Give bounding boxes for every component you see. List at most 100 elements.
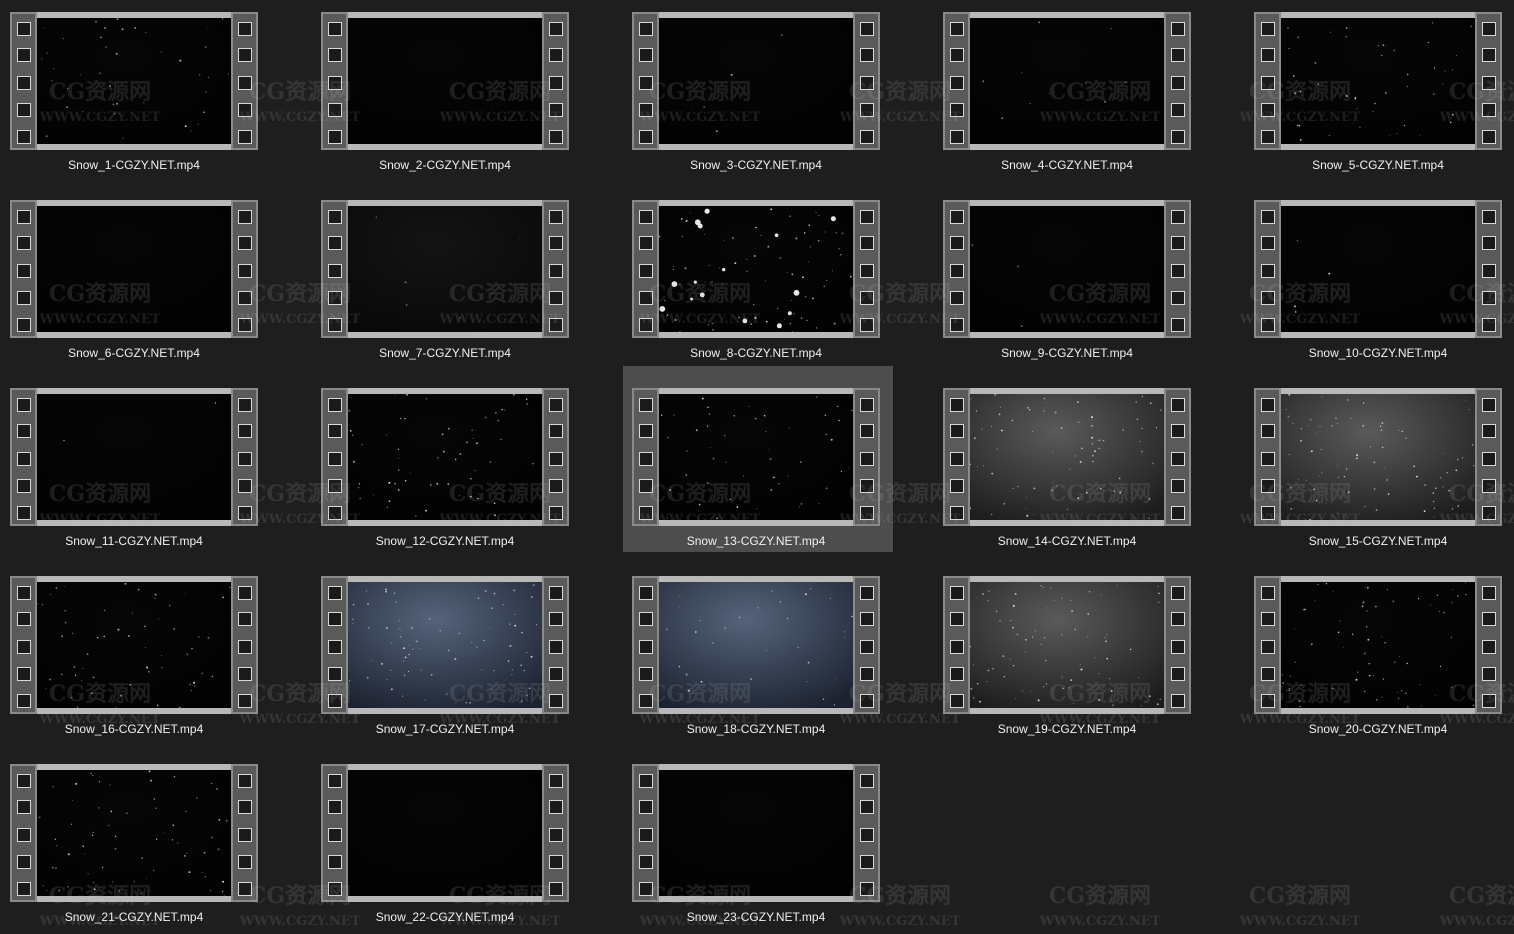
file-item[interactable]: Snow_21-CGZY.NET.mp4 bbox=[10, 754, 280, 934]
sprocket-hole bbox=[639, 506, 653, 520]
sprocket-hole bbox=[549, 479, 563, 493]
sprocket-hole bbox=[1171, 479, 1185, 493]
sprocket-hole bbox=[1171, 612, 1185, 626]
file-item[interactable]: Snow_8-CGZY.NET.mp4 bbox=[632, 190, 902, 372]
file-item[interactable]: Snow_13-CGZY.NET.mp4 bbox=[623, 366, 893, 552]
sprocket-hole bbox=[549, 828, 563, 842]
sprocket-hole bbox=[950, 48, 964, 62]
film-strip-right bbox=[1164, 12, 1191, 150]
sprocket-hole bbox=[639, 236, 653, 250]
sprocket-hole bbox=[328, 210, 342, 224]
file-item[interactable]: Snow_9-CGZY.NET.mp4 bbox=[943, 190, 1213, 372]
sprocket-hole bbox=[238, 22, 252, 36]
sprocket-hole bbox=[328, 694, 342, 708]
sprocket-hole bbox=[860, 612, 874, 626]
film-strip-right bbox=[1475, 12, 1502, 150]
video-file-icon bbox=[321, 764, 569, 902]
sprocket-hole bbox=[950, 22, 964, 36]
film-strip-right bbox=[1164, 200, 1191, 338]
sprocket-hole bbox=[950, 318, 964, 332]
file-item[interactable]: Snow_2-CGZY.NET.mp4 bbox=[321, 2, 591, 184]
video-file-icon bbox=[321, 200, 569, 338]
film-strip-left bbox=[943, 576, 970, 714]
file-item[interactable]: Snow_22-CGZY.NET.mp4 bbox=[321, 754, 591, 934]
film-strip-left bbox=[632, 388, 659, 526]
sprocket-hole bbox=[639, 48, 653, 62]
sprocket-hole bbox=[950, 76, 964, 90]
file-item[interactable]: Snow_6-CGZY.NET.mp4 bbox=[10, 190, 280, 372]
video-thumbnail bbox=[1281, 18, 1475, 144]
file-item[interactable]: Snow_12-CGZY.NET.mp4 bbox=[321, 378, 591, 560]
video-thumbnail bbox=[970, 582, 1164, 708]
film-strip-left bbox=[10, 200, 37, 338]
video-file-icon bbox=[321, 576, 569, 714]
file-item[interactable]: Snow_4-CGZY.NET.mp4 bbox=[943, 2, 1213, 184]
file-name-label: Snow_3-CGZY.NET.mp4 bbox=[690, 158, 822, 172]
sprocket-hole bbox=[328, 586, 342, 600]
sprocket-hole bbox=[639, 640, 653, 654]
sprocket-hole bbox=[549, 506, 563, 520]
sprocket-hole bbox=[17, 236, 31, 250]
film-strip-left bbox=[10, 576, 37, 714]
sprocket-hole bbox=[1261, 48, 1275, 62]
file-item[interactable]: Snow_15-CGZY.NET.mp4 bbox=[1254, 378, 1514, 560]
file-item[interactable]: Snow_23-CGZY.NET.mp4 bbox=[632, 754, 902, 934]
sprocket-hole bbox=[1261, 291, 1275, 305]
sprocket-hole bbox=[860, 774, 874, 788]
video-thumbnail bbox=[1281, 582, 1475, 708]
sprocket-hole bbox=[1482, 424, 1496, 438]
video-thumbnail bbox=[659, 18, 853, 144]
film-strip-left bbox=[632, 764, 659, 902]
sprocket-hole bbox=[639, 103, 653, 117]
sprocket-hole bbox=[1482, 398, 1496, 412]
sprocket-hole bbox=[238, 479, 252, 493]
sprocket-hole bbox=[328, 667, 342, 681]
sprocket-hole bbox=[328, 774, 342, 788]
sprocket-hole bbox=[1171, 236, 1185, 250]
sprocket-hole bbox=[238, 210, 252, 224]
file-item[interactable]: Snow_5-CGZY.NET.mp4 bbox=[1254, 2, 1514, 184]
sprocket-hole bbox=[549, 586, 563, 600]
sprocket-hole bbox=[238, 398, 252, 412]
file-name-label: Snow_5-CGZY.NET.mp4 bbox=[1312, 158, 1444, 172]
sprocket-hole bbox=[549, 774, 563, 788]
file-item[interactable]: Snow_11-CGZY.NET.mp4 bbox=[10, 378, 280, 560]
film-strip-left bbox=[1254, 576, 1281, 714]
sprocket-hole bbox=[860, 398, 874, 412]
file-item[interactable]: Snow_20-CGZY.NET.mp4 bbox=[1254, 566, 1514, 748]
film-strip-left bbox=[1254, 200, 1281, 338]
file-item[interactable]: Snow_10-CGZY.NET.mp4 bbox=[1254, 190, 1514, 372]
file-item[interactable]: Snow_14-CGZY.NET.mp4 bbox=[943, 378, 1213, 560]
sprocket-hole bbox=[238, 586, 252, 600]
sprocket-hole bbox=[860, 424, 874, 438]
video-file-icon bbox=[632, 576, 880, 714]
file-item[interactable]: Snow_1-CGZY.NET.mp4 bbox=[10, 2, 280, 184]
sprocket-hole bbox=[238, 800, 252, 814]
sprocket-hole bbox=[950, 424, 964, 438]
sprocket-hole bbox=[860, 694, 874, 708]
sprocket-hole bbox=[328, 506, 342, 520]
sprocket-hole bbox=[1261, 612, 1275, 626]
file-item[interactable]: Snow_16-CGZY.NET.mp4 bbox=[10, 566, 280, 748]
video-file-icon bbox=[1254, 12, 1502, 150]
sprocket-hole bbox=[549, 667, 563, 681]
sprocket-hole bbox=[238, 855, 252, 869]
sprocket-hole bbox=[17, 774, 31, 788]
sprocket-hole bbox=[639, 586, 653, 600]
sprocket-hole bbox=[1171, 22, 1185, 36]
sprocket-hole bbox=[17, 22, 31, 36]
file-name-label: Snow_9-CGZY.NET.mp4 bbox=[1001, 346, 1133, 360]
sprocket-hole bbox=[1171, 424, 1185, 438]
file-item[interactable]: Snow_7-CGZY.NET.mp4 bbox=[321, 190, 591, 372]
film-strip-right bbox=[231, 576, 258, 714]
sprocket-hole bbox=[549, 694, 563, 708]
sprocket-hole bbox=[639, 667, 653, 681]
film-strip-left bbox=[943, 200, 970, 338]
sprocket-hole bbox=[1171, 210, 1185, 224]
sprocket-hole bbox=[549, 612, 563, 626]
file-item[interactable]: Snow_18-CGZY.NET.mp4 bbox=[632, 566, 902, 748]
file-item[interactable]: Snow_19-CGZY.NET.mp4 bbox=[943, 566, 1213, 748]
video-file-icon bbox=[10, 12, 258, 150]
file-item[interactable]: Snow_3-CGZY.NET.mp4 bbox=[632, 2, 902, 184]
file-item[interactable]: Snow_17-CGZY.NET.mp4 bbox=[321, 566, 591, 748]
